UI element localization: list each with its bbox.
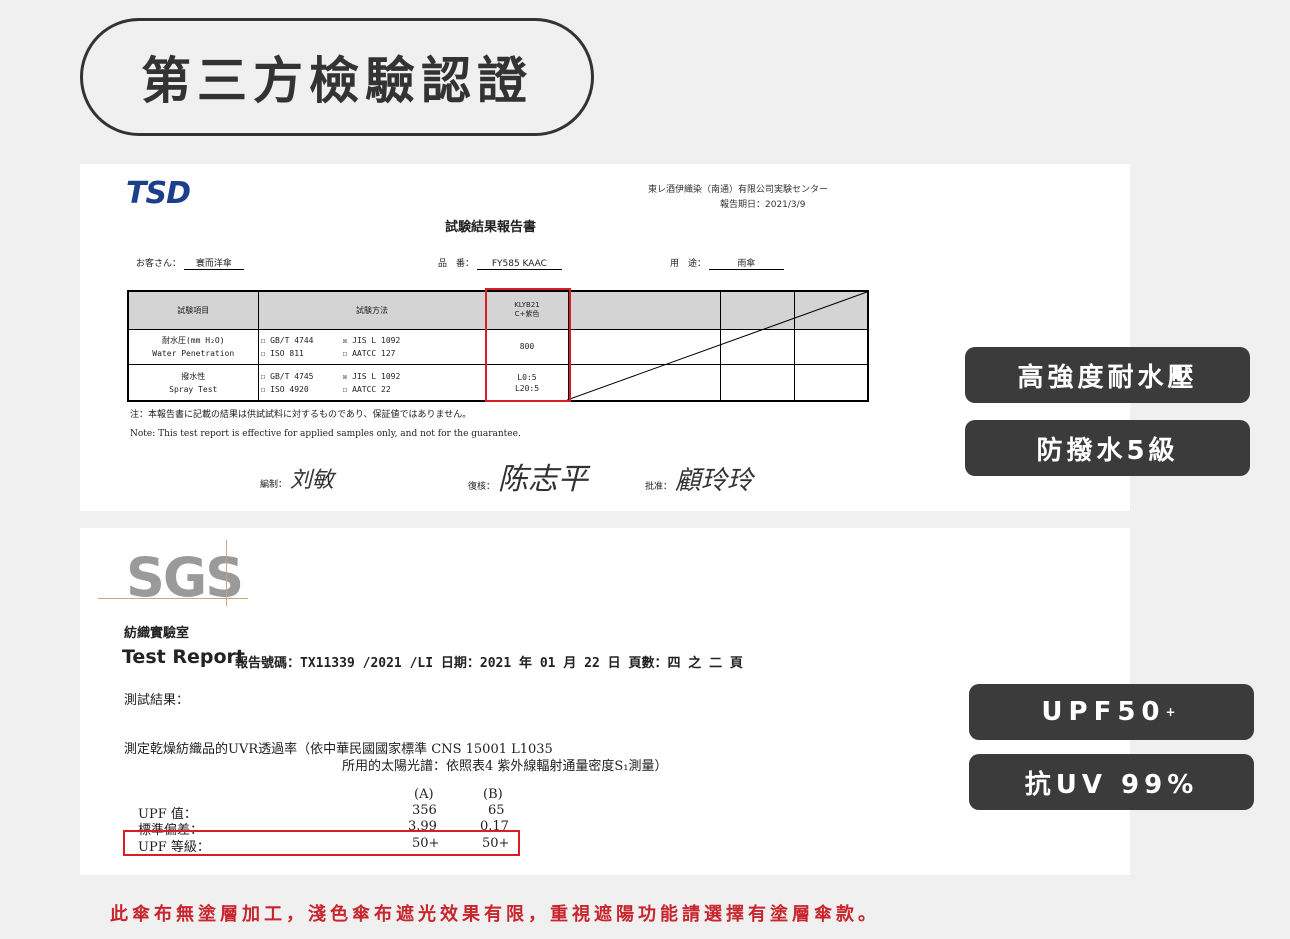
column-b-header: (B)	[483, 787, 503, 802]
highlight-box	[485, 288, 571, 402]
badge-water-repellent: 防撥水5級	[965, 420, 1250, 476]
report-title: 試験結果報告書	[445, 220, 537, 235]
tsd-logo: TSD	[126, 176, 191, 211]
client-row: お客さん： 寰而洋傘	[136, 256, 244, 270]
signature-block-3: 批准： 顧玲玲	[645, 466, 753, 496]
note-jp: 注：本報告書に記載の結果は供試試料に対するものであり、保証値ではありません。	[130, 410, 472, 420]
section-title-pill: 第三方檢驗認證	[80, 18, 594, 136]
test-report-heading: Test Report	[122, 646, 245, 668]
signature-block-2: 復核： 陈志平	[468, 462, 588, 497]
section-title: 第三方檢驗認證	[141, 52, 533, 110]
item-row: 品 番： FY585 KAAC	[438, 256, 562, 270]
signature-1: 刘敏	[289, 468, 334, 493]
upf-grade-highlight	[123, 830, 520, 856]
badge-water-pressure: 高強度耐水壓	[965, 347, 1250, 403]
result-label: 測試結果：	[124, 693, 190, 708]
column-a-header: (A)	[414, 787, 434, 802]
strike-diagonal	[567, 291, 868, 401]
desc-line-2: 所用的太陽光譜：依照表4 紫外線輻射通量密度S₁測量）	[342, 759, 668, 774]
lab-label: 紡織實驗室	[124, 626, 190, 641]
badge-anti-uv: 抗UV 99%	[969, 754, 1254, 810]
lab-name: 東レ酒伊織染（南通）有限公司実験センター	[648, 185, 829, 195]
signature-block-1: 編制： 刘敏	[260, 468, 334, 493]
header-test-item: 試験項目	[127, 290, 259, 330]
report-info-line: 報告號碼：TX11339 /2021 /LI 日期：2021 年 01 月 22…	[235, 656, 743, 671]
note-en: Note: This test report is effective for …	[130, 429, 521, 439]
badge-upf: UPF50 +	[969, 684, 1254, 740]
signature-3: 顧玲玲	[674, 466, 753, 496]
disclaimer-note: 此傘布無塗層加工，淺色傘布遮光效果有限，重視遮陽功能請選擇有塗層傘款。	[110, 904, 880, 925]
header-method: 試験方法	[257, 290, 487, 330]
item-value: FY585 KAAC	[476, 259, 562, 270]
upf-value-b: 65	[488, 803, 505, 818]
upf-value-a: 356	[412, 803, 437, 818]
use-value: 雨傘	[708, 256, 784, 270]
signature-2: 陈志平	[497, 462, 588, 497]
report-date: 報告期日：2021/3/9	[720, 200, 806, 210]
sgs-logo: SGS	[126, 546, 244, 609]
use-row: 用 途： 雨傘	[670, 256, 784, 270]
client-value: 寰而洋傘	[183, 256, 244, 270]
